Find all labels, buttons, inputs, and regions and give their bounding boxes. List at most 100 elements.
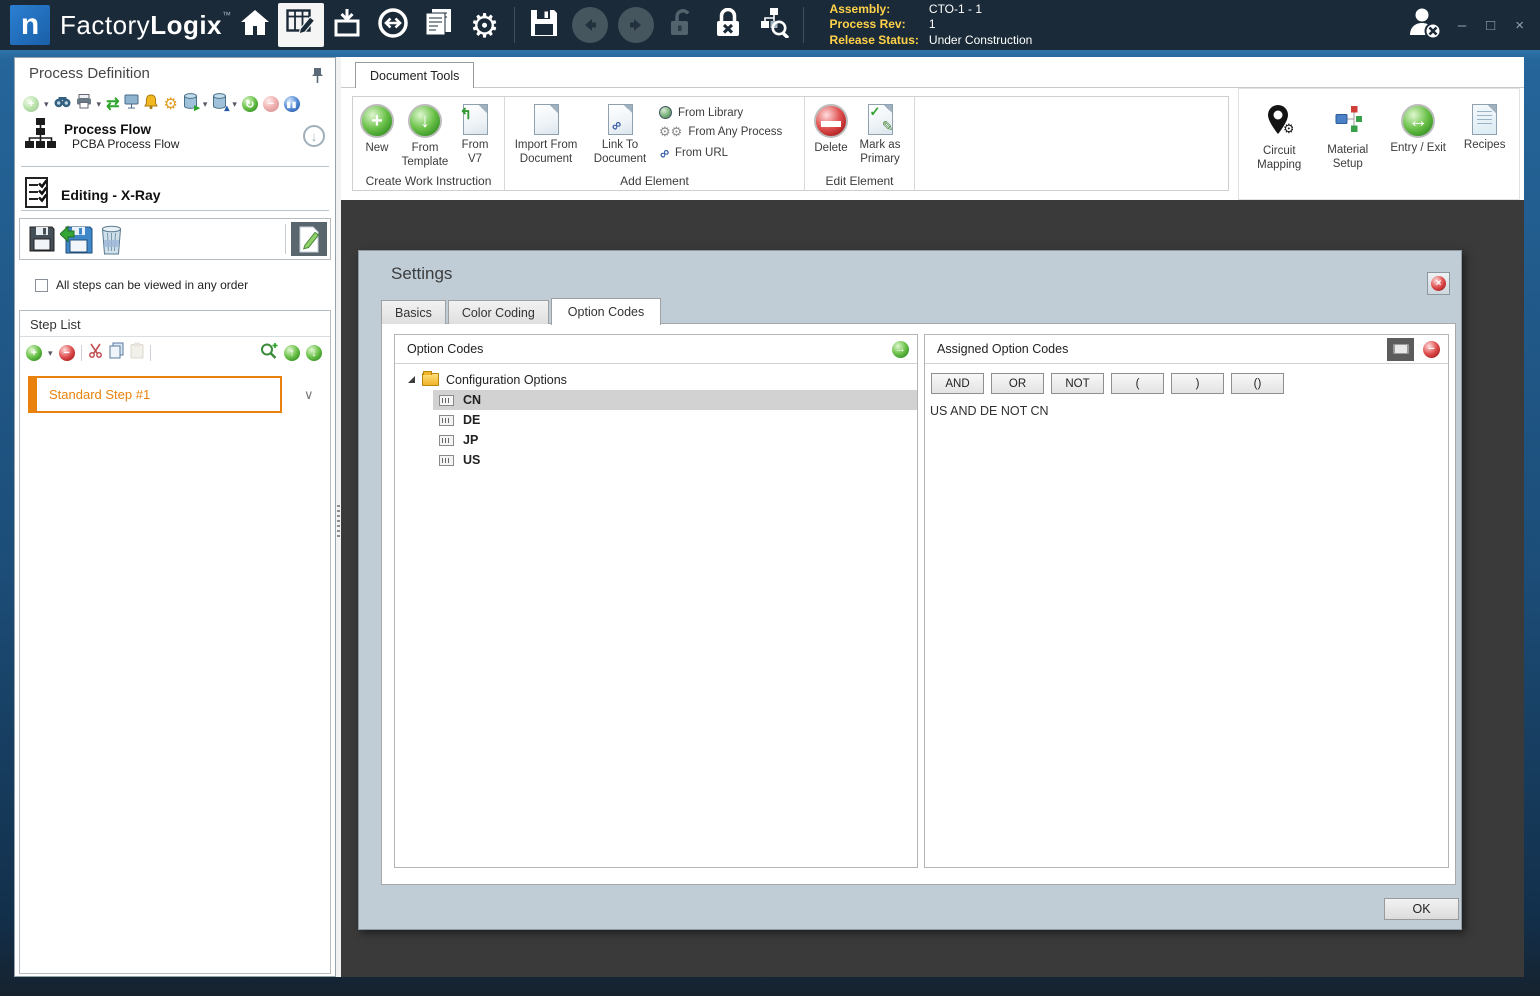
paste-icon[interactable] xyxy=(130,342,144,364)
find-step-icon[interactable] xyxy=(260,342,278,364)
signboard-icon[interactable] xyxy=(124,94,139,114)
operator-open-paren-button[interactable]: ( xyxy=(1111,373,1164,394)
maximize-button[interactable]: □ xyxy=(1486,17,1495,34)
mark-as-primary-button[interactable]: ✓ ✎ Mark as Primary xyxy=(853,101,907,167)
lock-cancel-button[interactable] xyxy=(705,3,751,47)
unlock-button[interactable] xyxy=(659,3,705,47)
chevron-down-icon[interactable]: ▾ xyxy=(44,99,49,110)
operator-and-button[interactable]: AND xyxy=(931,373,984,394)
tab-basics[interactable]: Basics xyxy=(381,300,446,324)
forward-button[interactable] xyxy=(613,3,659,47)
home-button[interactable] xyxy=(232,3,278,47)
import-from-document-button[interactable]: Import From Document xyxy=(509,101,583,167)
gear-orange-icon[interactable]: ⚙ xyxy=(163,94,177,114)
edit-expression-button[interactable] xyxy=(1387,337,1414,361)
remove-step-icon[interactable]: − xyxy=(58,345,75,361)
pin-icon[interactable] xyxy=(312,67,323,89)
entry-exit-button[interactable]: ↔ Entry / Exit xyxy=(1384,101,1452,199)
settings-tabs: Basics Color Coding Option Codes xyxy=(381,297,663,325)
cut-icon[interactable] xyxy=(88,343,103,363)
delete-element-button[interactable]: ▬ Delete xyxy=(809,101,853,156)
delete-document-button[interactable] xyxy=(94,222,129,257)
document-workarea: Settings × Basics Color Coding Option Co… xyxy=(341,200,1524,977)
from-library-button[interactable]: From Library xyxy=(659,106,782,119)
tab-option-codes[interactable]: Option Codes xyxy=(550,298,662,325)
chevron-down-icon[interactable]: ▾ xyxy=(97,99,102,110)
minimize-button[interactable]: – xyxy=(1458,17,1466,34)
tree-item-de[interactable]: DE xyxy=(433,410,917,430)
operator-or-button[interactable]: OR xyxy=(991,373,1044,394)
back-button[interactable] xyxy=(567,3,613,47)
pause-icon[interactable]: ▮▮ xyxy=(283,96,300,112)
production-button[interactable] xyxy=(324,3,370,47)
collapse-circle-icon[interactable]: ↓ xyxy=(303,125,325,147)
ok-button[interactable]: OK xyxy=(1384,898,1459,920)
operator-parens-button[interactable]: () xyxy=(1231,373,1284,394)
step-expand-chevron-icon[interactable]: ∨ xyxy=(304,387,314,403)
refresh-icon[interactable]: ↻ xyxy=(241,96,258,112)
group-add-element: Import From Document ∞ Link To Document … xyxy=(505,97,805,190)
bell-icon[interactable] xyxy=(144,93,159,115)
ribbon-groups: + New ↓ From Template ↰ From V7 Create W… xyxy=(352,96,1229,191)
operator-not-button[interactable]: NOT xyxy=(1051,373,1104,394)
move-step-down-icon[interactable]: ↓ xyxy=(306,345,322,361)
shuffle-icon[interactable]: ⇄ xyxy=(106,94,119,114)
save-as-document-button[interactable] xyxy=(59,222,94,257)
order-checkbox[interactable] xyxy=(35,278,48,292)
copy-icon[interactable] xyxy=(109,342,124,364)
recipes-button[interactable]: Recipes xyxy=(1456,101,1513,199)
down-arrow-circle-icon: ↓ xyxy=(408,104,442,138)
add-process-icon[interactable]: + xyxy=(23,96,39,112)
from-any-process-button[interactable]: ⚙⚙ From Any Process xyxy=(659,124,782,140)
tree-item-jp[interactable]: JP xyxy=(433,430,917,450)
new-button[interactable]: + New xyxy=(357,101,397,156)
tree-item-label: DE xyxy=(463,413,481,427)
remove-icon[interactable]: − xyxy=(262,96,279,112)
tree-item-us[interactable]: US xyxy=(433,450,917,470)
dialog-close-button[interactable]: × xyxy=(1427,272,1450,295)
add-step-icon[interactable]: + xyxy=(26,345,42,361)
current-user-button[interactable] xyxy=(1402,3,1448,47)
document-check-pencil-icon: ✓ ✎ xyxy=(867,104,894,135)
step-list-title: Step List xyxy=(20,311,330,337)
process-flow-row[interactable]: Process Flow PCBA Process Flow ↓ xyxy=(25,118,325,154)
chevron-down-icon[interactable]: ▾ xyxy=(203,99,208,110)
process-audit-button[interactable] xyxy=(751,3,797,47)
ribbon: Document Tools + New ↓ From Template ↰ F… xyxy=(341,57,1524,200)
save-document-button[interactable] xyxy=(24,222,59,257)
back-arrow-icon xyxy=(571,7,608,43)
svg-text:⚙: ⚙ xyxy=(1283,121,1293,136)
process-definition-button[interactable] xyxy=(277,3,324,47)
settings-dialog: Settings × Basics Color Coding Option Co… xyxy=(358,250,1462,930)
material-setup-button[interactable]: Material Setup xyxy=(1315,101,1379,199)
print-icon[interactable] xyxy=(76,94,92,114)
edit-document-button[interactable] xyxy=(291,222,327,256)
tree-root-configuration-options[interactable]: Configuration Options xyxy=(395,369,917,390)
from-template-button[interactable]: ↓ From Template xyxy=(397,101,453,170)
assign-option-code-icon[interactable]: → xyxy=(892,340,909,358)
reports-button[interactable] xyxy=(416,3,462,47)
tree-item-cn[interactable]: CN xyxy=(433,390,917,410)
option-codes-tree: Configuration Options CN DE JP US xyxy=(395,364,917,470)
database-publish-icon[interactable]: ▴ xyxy=(212,93,229,115)
chevron-down-icon[interactable]: ▾ xyxy=(48,348,53,359)
sync-button[interactable] xyxy=(370,3,416,47)
find-icon[interactable] xyxy=(54,95,71,113)
tab-document-tools[interactable]: Document Tools xyxy=(355,62,475,88)
circuit-mapping-button[interactable]: ⚙ Circuit Mapping xyxy=(1247,101,1311,199)
step-item-standard-step-1[interactable]: Standard Step #1 xyxy=(28,376,282,413)
tree-expander-icon[interactable] xyxy=(408,376,415,383)
step-list-toolbar: + ▾ − ↑ ↓ xyxy=(20,337,330,368)
clear-expression-icon[interactable]: − xyxy=(1423,340,1440,358)
operator-close-paren-button[interactable]: ) xyxy=(1171,373,1224,394)
close-button[interactable]: × xyxy=(1515,17,1524,34)
tab-color-coding[interactable]: Color Coding xyxy=(447,300,549,324)
from-v7-button[interactable]: ↰ From V7 xyxy=(453,101,497,167)
save-button[interactable] xyxy=(521,3,567,47)
link-to-document-button[interactable]: ∞ Link To Document xyxy=(583,101,657,167)
chevron-down-icon[interactable]: ▾ xyxy=(232,99,237,110)
from-url-button[interactable]: ∞ From URL xyxy=(655,144,782,163)
database-export-icon[interactable]: ▸ xyxy=(183,93,200,115)
move-step-up-icon[interactable]: ↑ xyxy=(284,345,300,361)
settings-button[interactable]: ⚙ xyxy=(462,3,508,47)
